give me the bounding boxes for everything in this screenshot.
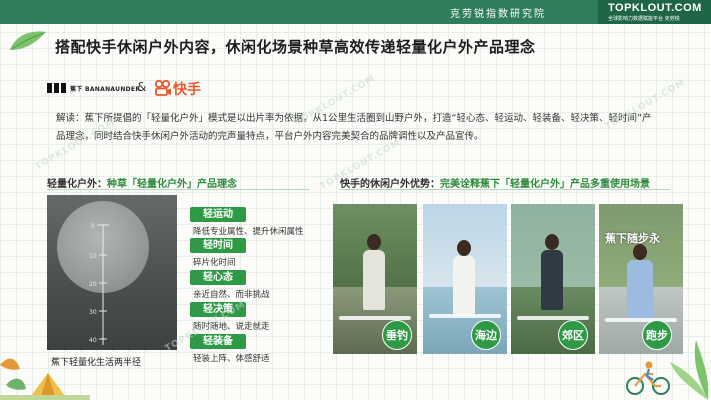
ruler-label-10: 10 [89,253,97,260]
leaf-icon [10,31,46,50]
ruler-label-20: 20 [89,281,97,288]
kuaishou-logo-icon [154,80,171,96]
radius-diagram-image: 0 10 20 30 40 [47,195,177,350]
ruler-graphic: 0 10 20 30 40 [89,223,109,345]
scene-badge-fishing: 垂钓 [382,320,412,350]
logo-text: TOPKLOUT.COM [608,2,702,14]
brand-kuaishou: 快手 [173,82,201,98]
tag-light-sport: 轻运动 [190,207,246,222]
page-title: 搭配快手休闲户外内容，休闲化场景种草高效传递轻量化户外产品理念 [55,38,536,56]
right-section-heading: 快手的休闲户外优势：完美诠释蕉下「轻量化户外」产品多重使用场景 [340,175,650,190]
tag-light-sport-desc: 降低专业属性、提升休闲属性 [193,227,304,237]
tag-light-mind-desc: 亲近自然、而非挑战 [193,290,270,300]
top-banner: 克劳锐指数研究院 TOPKLOUT.COM 全球影响力数据赋能平台 克劳锐 [0,0,711,24]
left-section-heading: 轻量化户外：种草「轻量化户外」产品理念 [47,175,237,190]
scene-badge-suburb: 郊区 [558,320,588,350]
bananaunder-logo-icon [47,83,66,93]
tag-light-mind: 轻心态 [190,270,246,285]
left-heading-underline [47,189,309,190]
ruler-label-0: 0 [91,223,95,230]
cyclist-icon [626,361,670,395]
institute-name: 克劳锐指数研究院 [450,9,546,20]
brand-bananaunder: 蕉下 BANANAUNDER [70,86,141,93]
running-overlay-text: 蕉下随步永 [605,232,660,245]
ampersand: & [137,80,147,94]
intro-paragraph: 解读：蕉下所提倡的「轻量化户外」模式是以出片率为依据，从1公里生活圈到山野户外，… [56,113,652,142]
scene-badge-seaside: 海边 [471,320,501,350]
tag-light-time: 轻时间 [190,238,246,253]
tag-light-time-desc: 碎片化时间 [193,258,236,268]
right-heading-underline [340,189,670,190]
topklout-logo[interactable]: TOPKLOUT.COM 全球影响力数据赋能平台 克劳锐 [598,0,711,24]
ruler-label-40: 40 [89,337,97,344]
tag-light-gear-desc: 轻装上阵、体感舒适 [193,354,270,364]
logo-subtitle: 全球影响力数据赋能平台 克劳锐 [608,16,680,22]
tent-leaves-decoration-icon [0,358,90,400]
palm-leaf-icon [670,340,709,400]
ruler-label-30: 30 [89,309,97,316]
